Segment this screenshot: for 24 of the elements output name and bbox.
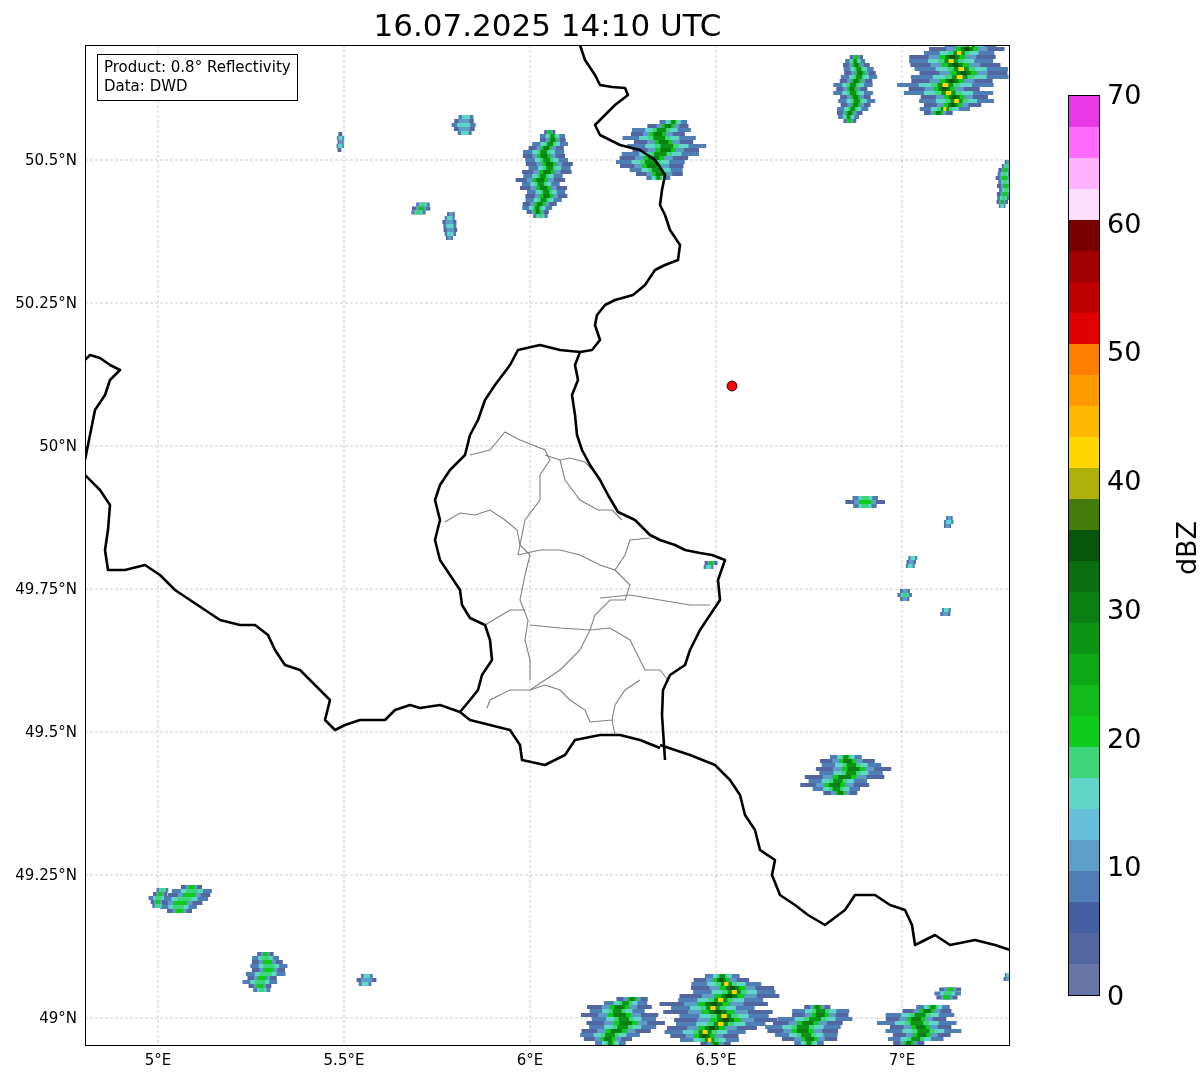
chart-title: 16.07.2025 14:10 UTC [372, 6, 723, 45]
colorbar-tick-label: 30 [1107, 594, 1142, 625]
colorbar-tick-label: 20 [1107, 723, 1142, 754]
longitude-label: 7°E [888, 1051, 916, 1069]
colorbar-tick-label: 10 [1107, 852, 1142, 883]
latitude-label: 50°N [39, 437, 77, 455]
latitude-label: 49.75°N [15, 580, 77, 598]
colorbar-label: dBZ [1171, 520, 1202, 576]
latitude-label: 49°N [39, 1009, 77, 1027]
info-text: Data: DWD [104, 77, 189, 96]
colorbar-tick-label: 40 [1107, 466, 1142, 497]
latitude-label: 49.25°N [15, 866, 77, 884]
latitude-label: 49.5°N [24, 723, 77, 741]
longitude-label: 6.5°E [695, 1051, 737, 1069]
colorbar-tick-label: 70 [1107, 80, 1142, 110]
latitude-label: 50.5°N [24, 151, 77, 169]
longitude-label: 5.5°E [323, 1051, 365, 1069]
latitude-label: 50.25°N [15, 294, 77, 312]
longitude-label: 6°E [516, 1051, 544, 1069]
colorbar-tick-label: 50 [1107, 337, 1142, 368]
info-text: Product: 0.8° Reflectivity [104, 58, 291, 77]
colorbar-tick-label: 0 [1107, 981, 1125, 1011]
colorbar-tick-label: 60 [1107, 208, 1142, 239]
longitude-label: 5°E [144, 1051, 172, 1069]
